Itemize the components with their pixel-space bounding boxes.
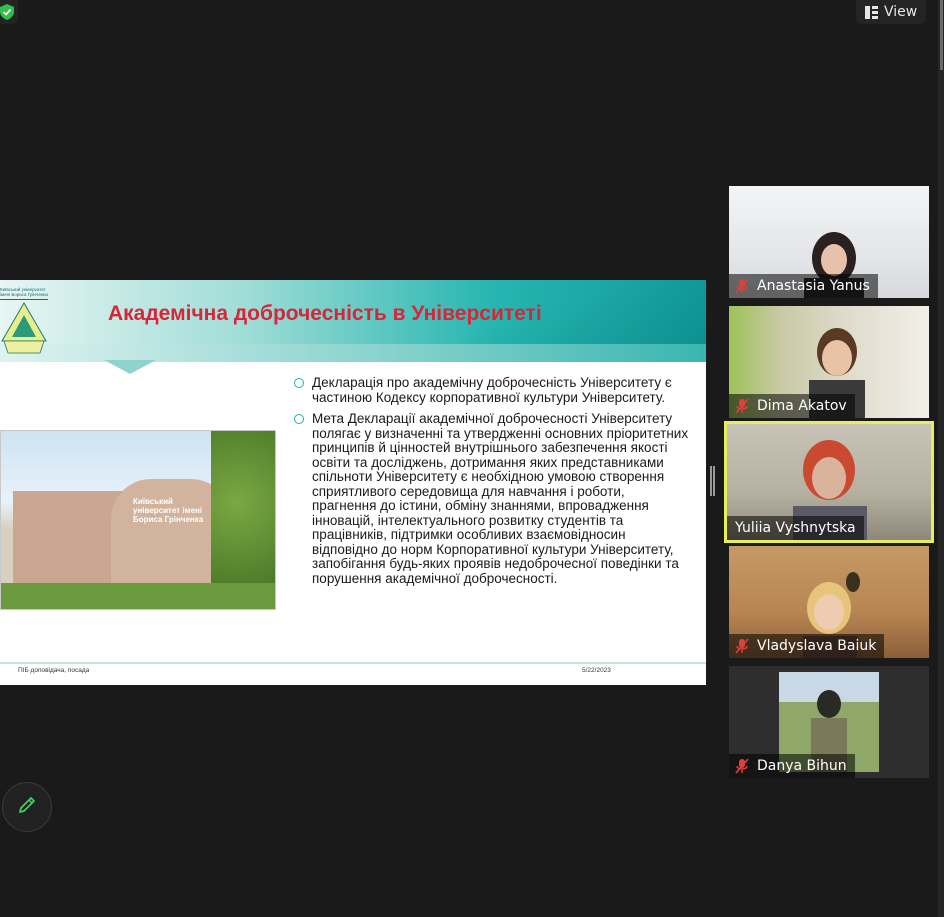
participant-name: Anastasia Yanus: [757, 278, 870, 294]
slide-bullet: Декларація про академічну доброчесність …: [294, 375, 689, 405]
slide-footer-date: 5/22/2023: [582, 667, 611, 674]
participant-name: Danya Bihun: [757, 758, 847, 774]
participant-tile[interactable]: Dima Akatov: [729, 306, 929, 418]
mic-muted-icon: [735, 638, 749, 654]
slide-footer-divider: [0, 662, 706, 664]
annotate-button[interactable]: [2, 782, 52, 832]
participant-tile-active-speaker[interactable]: Yuliia Vyshnytska: [724, 421, 934, 543]
security-shield-icon[interactable]: [0, 0, 18, 24]
participant-tile[interactable]: Danya Bihun: [729, 666, 929, 778]
view-layout-icon: [865, 5, 878, 19]
bullet-text: Мета Декларації академічної доброчесност…: [312, 411, 689, 586]
view-label: View: [884, 4, 918, 20]
participant-name: Yuliia Vyshnytska: [735, 520, 856, 536]
slide-title: Академічна доброчесність в Університеті: [108, 302, 542, 325]
university-building-photo: Київський університет імені Бориса Грінч…: [0, 430, 276, 610]
bullet-circle-icon: [294, 414, 304, 424]
slide-bullet: Мета Декларації академічної доброчесност…: [294, 411, 689, 586]
bullet-text: Декларація про академічну доброчесність …: [312, 375, 672, 405]
building-sign: Київський університет імені Бориса Грінч…: [133, 497, 204, 524]
mic-muted-icon: [735, 398, 749, 414]
participant-name-tag: Vladyslava Baiuk: [729, 634, 885, 658]
shared-screen-slide: Київський університет імені Бориса Грінч…: [0, 280, 706, 685]
view-button[interactable]: View: [856, 0, 926, 24]
pencil-icon: [17, 795, 37, 819]
scrollbar[interactable]: [938, 0, 944, 917]
panel-resize-handle[interactable]: [710, 466, 715, 496]
participant-name: Vladyslava Baiuk: [757, 638, 877, 654]
participant-name-tag: Dima Akatov: [729, 394, 855, 418]
slide-footer-presenter: ПІБ доповідача, посада: [18, 667, 90, 674]
participant-name: Dima Akatov: [757, 398, 847, 414]
university-logo: Київський університет імені Бориса Грінч…: [0, 283, 50, 358]
mic-muted-icon: [735, 758, 749, 774]
participant-name-tag: Anastasia Yanus: [729, 274, 878, 298]
bullet-circle-icon: [294, 378, 304, 388]
slide-bullet-list: Декларація про академічну доброчесність …: [294, 375, 689, 593]
participant-tile[interactable]: Vladyslava Baiuk: [729, 546, 929, 658]
participant-tile[interactable]: Anastasia Yanus: [729, 186, 929, 298]
participant-name-tag: Danya Bihun: [729, 754, 855, 778]
mic-muted-icon: [735, 278, 749, 294]
participant-name-tag: Yuliia Vyshnytska: [727, 516, 864, 540]
